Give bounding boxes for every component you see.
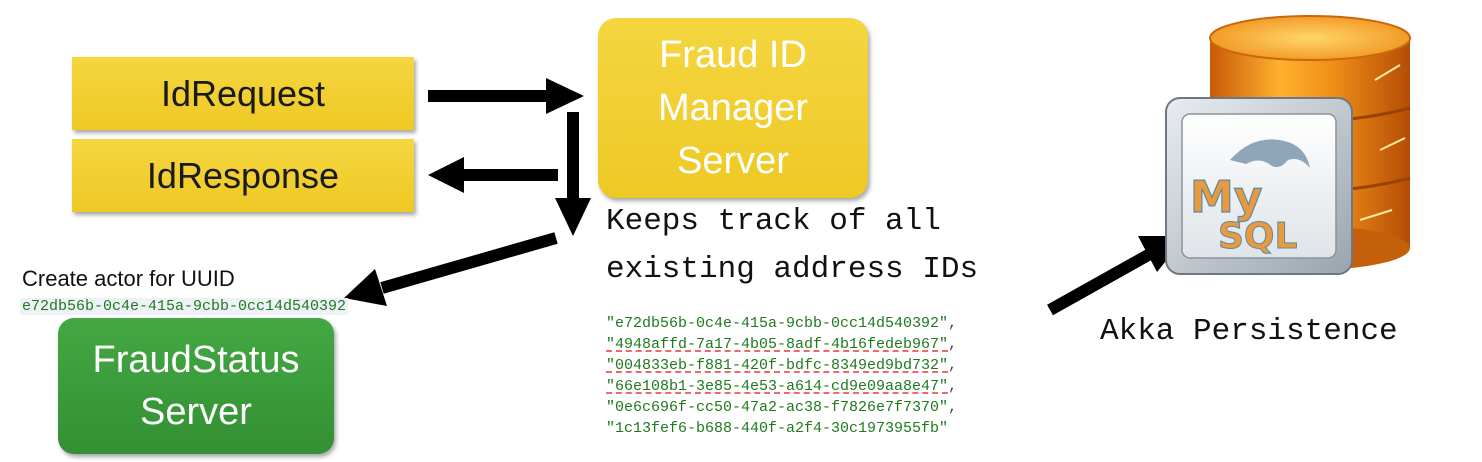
uuid-list-item: "66e108b1-3e85-4e53-a614-cd9e09aa8e47",: [606, 376, 957, 397]
create-actor-uuid: e72db56b-0c4e-415a-9cbb-0cc14d540392: [20, 298, 349, 315]
arrow-head-response: [428, 157, 464, 193]
arrow-head-down: [555, 198, 591, 236]
id-request-box: IdRequest: [72, 57, 414, 130]
uuid-separator: ,: [948, 315, 958, 332]
uuid-list-item: "1c13fef6-b688-440f-a2f4-30c1973955fb": [606, 418, 957, 439]
uuid-separator: ,: [948, 378, 958, 395]
id-request-label: IdRequest: [160, 72, 326, 114]
fraud-status-label-line1: FraudStatus: [92, 339, 300, 381]
uuid-separator: ,: [948, 399, 958, 416]
arrow-head-fraudstatus: [344, 269, 387, 306]
uuid-list: "e72db56b-0c4e-415a-9cbb-0cc14d540392", "…: [606, 313, 957, 439]
keeps-track-line1: Keeps track of all: [606, 204, 941, 239]
arrow-to-mysql: [1047, 248, 1153, 316]
fraud-id-manager-box: Fraud ID Manager Server: [598, 18, 868, 198]
keeps-track-line2: existing address IDs: [606, 252, 979, 287]
fraud-status-label-line2: Server: [140, 391, 252, 433]
uuid-list-item: "0e6c696f-cc50-47a2-ac38-f7826e7f7370",: [606, 397, 957, 418]
uuid-value: "0e6c696f-cc50-47a2-ac38-f7826e7f7370": [606, 399, 949, 416]
uuid-value: "4948affd-7a17-4b05-8adf-4b16fedeb967": [606, 336, 949, 353]
manager-label-line1: Fraud ID: [659, 33, 807, 76]
id-response-box: IdResponse: [72, 139, 414, 212]
uuid-separator: ,: [948, 336, 958, 353]
akka-persistence-label: Akka Persistence: [1100, 314, 1398, 349]
uuid-value: "66e108b1-3e85-4e53-a614-cd9e09aa8e47": [606, 378, 949, 395]
uuid-separator: ,: [948, 357, 958, 374]
keeps-track-note: Keeps track of all existing address IDs: [606, 198, 978, 294]
db-cylinder-top: [1209, 15, 1411, 61]
mysql-database-icon: My SQL: [1165, 15, 1411, 275]
id-response-label: IdResponse: [146, 154, 340, 196]
uuid-list-item: "4948affd-7a17-4b05-8adf-4b16fedeb967",: [606, 334, 957, 355]
arrow-head-request: [546, 78, 584, 114]
manager-label-line3: Server: [677, 139, 789, 182]
uuid-value: "004833eb-f881-420f-bdfc-8349ed9bd732": [606, 357, 949, 374]
uuid-list-item: "e72db56b-0c4e-415a-9cbb-0cc14d540392",: [606, 313, 957, 334]
manager-label-line2: Manager: [658, 86, 808, 129]
uuid-value: "1c13fef6-b688-440f-a2f4-30c1973955fb": [606, 420, 949, 437]
mysql-logo-sql: SQL: [1218, 216, 1297, 257]
uuid-list-item: "004833eb-f881-420f-bdfc-8349ed9bd732",: [606, 355, 957, 376]
arrow-to-fraudstatus: [380, 232, 558, 294]
create-actor-label: Create actor for UUID: [22, 266, 235, 291]
fraud-status-box: FraudStatus Server: [58, 318, 334, 454]
uuid-value: "e72db56b-0c4e-415a-9cbb-0cc14d540392": [606, 315, 949, 332]
